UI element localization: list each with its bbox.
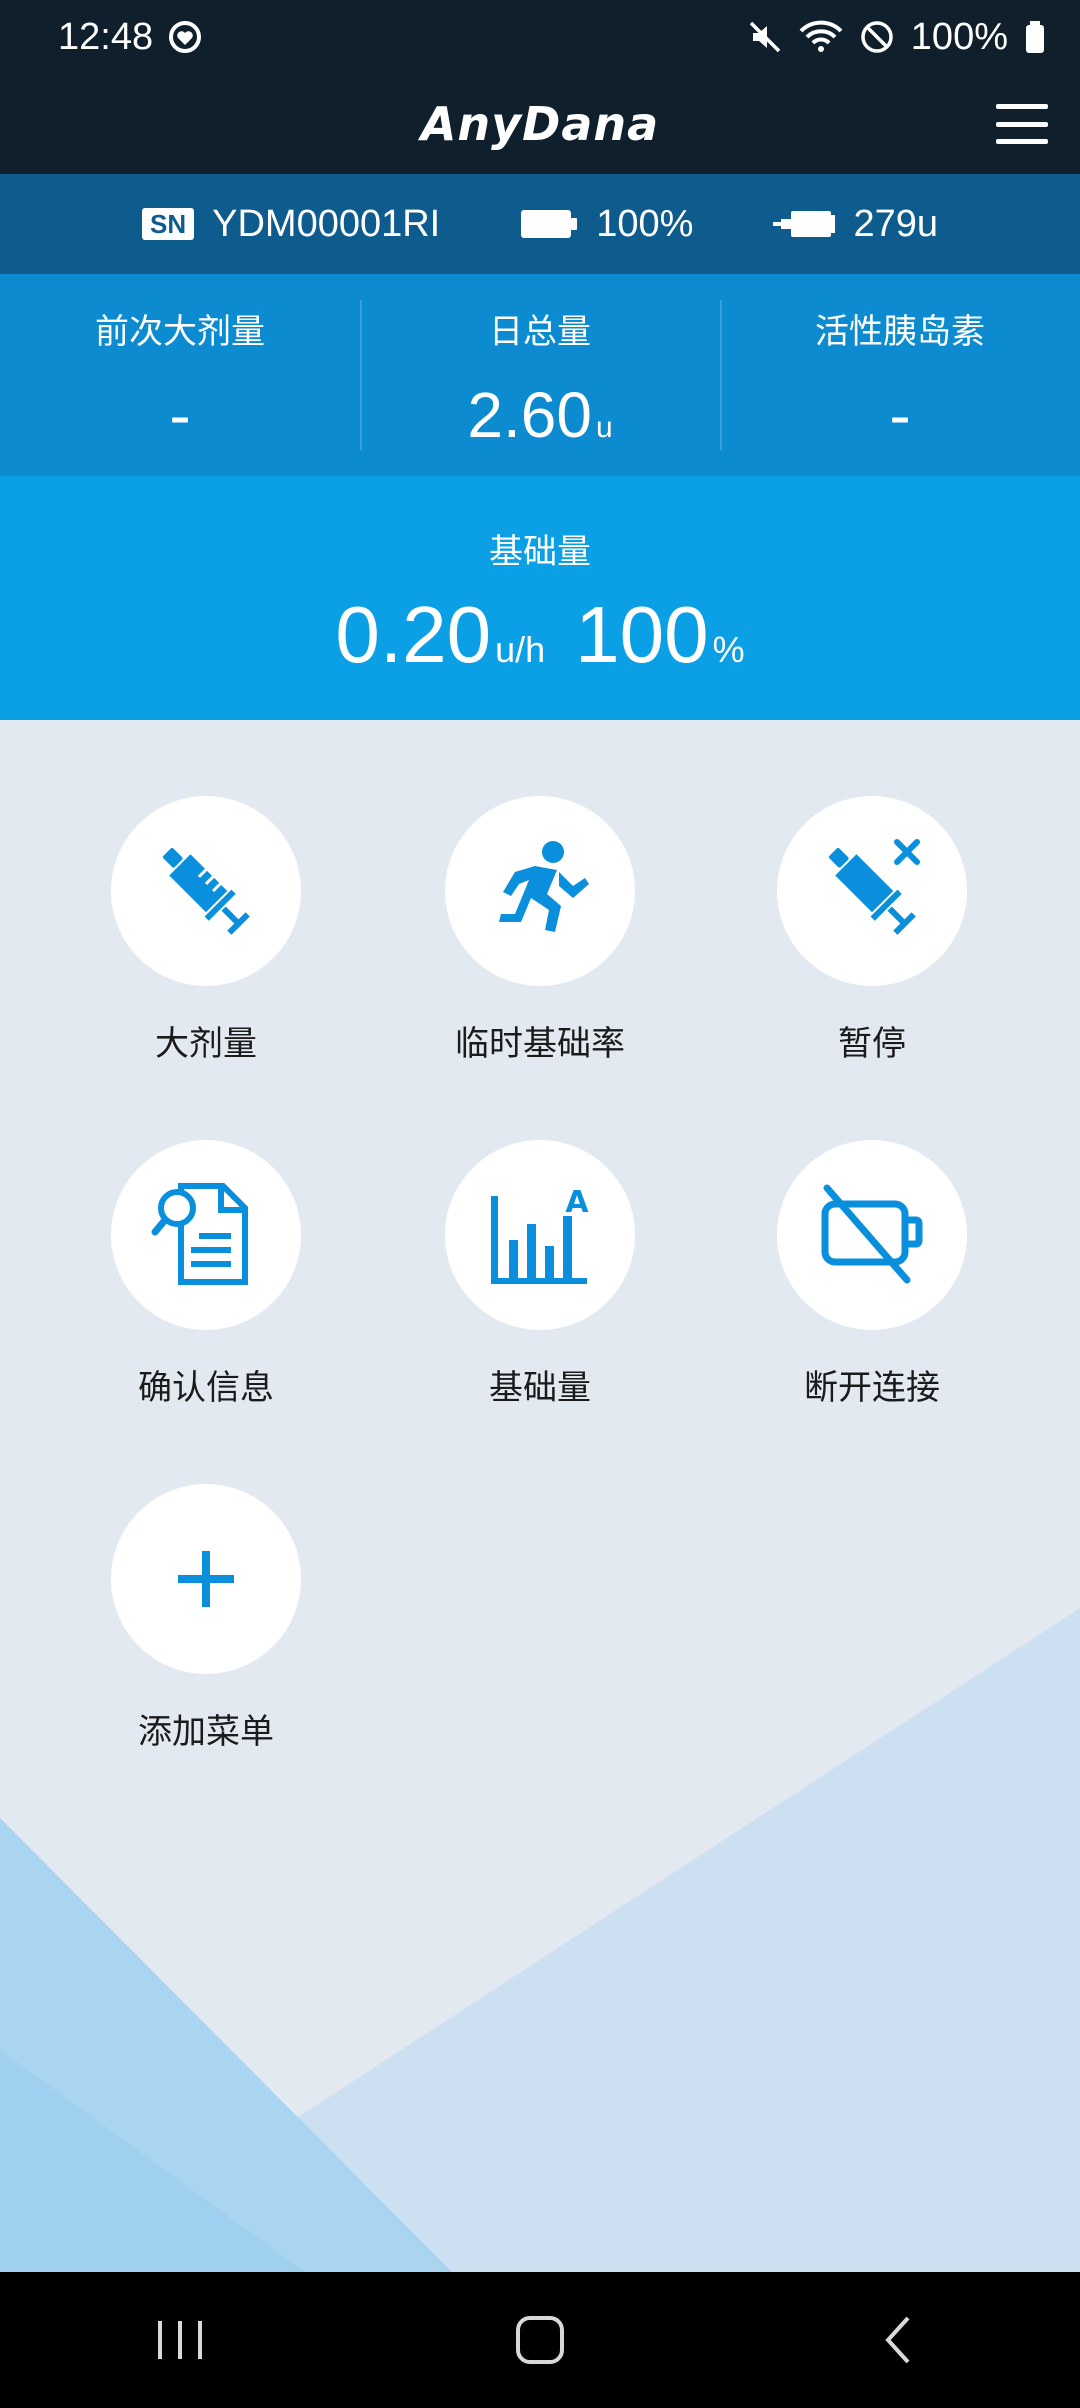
action-label: 临时基础率 bbox=[455, 1024, 625, 1064]
svg-text:A: A bbox=[565, 1185, 589, 1220]
confirm-info-button[interactable]: 确认信息 bbox=[40, 1140, 372, 1440]
syringe-icon bbox=[162, 847, 250, 935]
status-bar: 12:48 100% bbox=[0, 0, 1080, 74]
stats-row: 前次大剂量 - 日总量 2.60 u 活性胰岛素 - bbox=[0, 274, 1080, 476]
do-not-disturb-icon bbox=[859, 19, 895, 55]
screen: 12:48 100% AnyDana SN YDM00001RI 100% 27… bbox=[0, 0, 1080, 2408]
reservoir-value: 279u bbox=[853, 202, 938, 245]
status-battery-text: 100% bbox=[910, 15, 1008, 58]
disconnect-icon bbox=[821, 1184, 923, 1284]
serial-value: YDM00001RI bbox=[212, 202, 441, 245]
basal-percent: 100 bbox=[575, 590, 709, 679]
hamburger-menu-icon[interactable] bbox=[994, 100, 1050, 148]
reservoir-level: 279u bbox=[773, 203, 938, 246]
action-label: 确认信息 bbox=[138, 1368, 274, 1408]
running-person-icon bbox=[499, 841, 589, 932]
pump-battery-icon bbox=[520, 207, 578, 241]
basal-label: 基础量 bbox=[489, 532, 591, 572]
status-time: 12:48 bbox=[58, 15, 154, 58]
sync-heart-icon bbox=[167, 19, 203, 55]
syringe-cancel-icon bbox=[828, 839, 920, 935]
stat-label: 前次大剂量 bbox=[95, 312, 265, 352]
recent-apps-button[interactable] bbox=[120, 2300, 240, 2380]
stat-value: - bbox=[889, 379, 911, 451]
basal-button[interactable]: A 基础量 bbox=[374, 1140, 706, 1440]
bolus-button[interactable]: 大剂量 bbox=[40, 796, 372, 1096]
device-info-bar: SN YDM00001RI 100% 279u bbox=[0, 174, 1080, 274]
wifi-icon bbox=[799, 19, 843, 55]
basal-percent-unit: % bbox=[712, 629, 745, 670]
bar-chart-icon: A bbox=[491, 1185, 589, 1284]
basal-values: 0.20 u/h 100 % bbox=[335, 595, 744, 675]
plus-icon bbox=[178, 1551, 234, 1607]
back-icon bbox=[885, 2316, 910, 2364]
action-label: 暂停 bbox=[838, 1024, 906, 1064]
basal-panel: 基础量 0.20 u/h 100 % bbox=[0, 476, 1080, 720]
action-label: 大剂量 bbox=[155, 1024, 257, 1064]
battery-icon bbox=[1024, 19, 1046, 55]
app-bar: AnyDana bbox=[0, 74, 1080, 174]
action-label: 基础量 bbox=[489, 1368, 591, 1408]
reservoir-icon bbox=[773, 207, 836, 241]
daily-total-stat: 日总量 2.60 u bbox=[360, 274, 720, 476]
add-menu-button[interactable]: 添加菜单 bbox=[40, 1484, 372, 1784]
active-insulin-stat: 活性胰岛素 - bbox=[720, 274, 1080, 476]
pump-battery-value: 100% bbox=[596, 202, 694, 245]
basal-rate-unit: u/h bbox=[495, 629, 546, 670]
action-label: 断开连接 bbox=[804, 1368, 940, 1408]
recent-apps-icon bbox=[158, 2321, 202, 2359]
back-button[interactable] bbox=[840, 2300, 960, 2380]
stat-label: 日总量 bbox=[489, 312, 591, 352]
system-nav-bar bbox=[0, 2272, 1080, 2408]
action-label: 添加菜单 bbox=[138, 1712, 274, 1752]
basal-rate: 0.20 bbox=[335, 590, 492, 679]
sn-badge: SN bbox=[142, 208, 195, 240]
temp-basal-button[interactable]: 临时基础率 bbox=[374, 796, 706, 1096]
stat-label: 活性胰岛素 bbox=[815, 312, 985, 352]
serial-number: SN YDM00001RI bbox=[142, 203, 440, 246]
stat-unit: u bbox=[595, 411, 613, 444]
home-icon bbox=[516, 2316, 564, 2364]
mute-icon bbox=[747, 19, 783, 55]
suspend-button[interactable]: 暂停 bbox=[706, 796, 1038, 1096]
disconnect-button[interactable]: 断开连接 bbox=[706, 1140, 1038, 1440]
last-bolus-stat: 前次大剂量 - bbox=[0, 274, 360, 476]
document-search-icon bbox=[151, 1183, 248, 1285]
stat-value: - bbox=[169, 379, 191, 451]
home-button[interactable] bbox=[480, 2300, 600, 2380]
brand-logo: AnyDana bbox=[420, 97, 660, 151]
stat-value: 2.60 bbox=[467, 379, 592, 451]
pump-battery: 100% bbox=[520, 203, 693, 246]
